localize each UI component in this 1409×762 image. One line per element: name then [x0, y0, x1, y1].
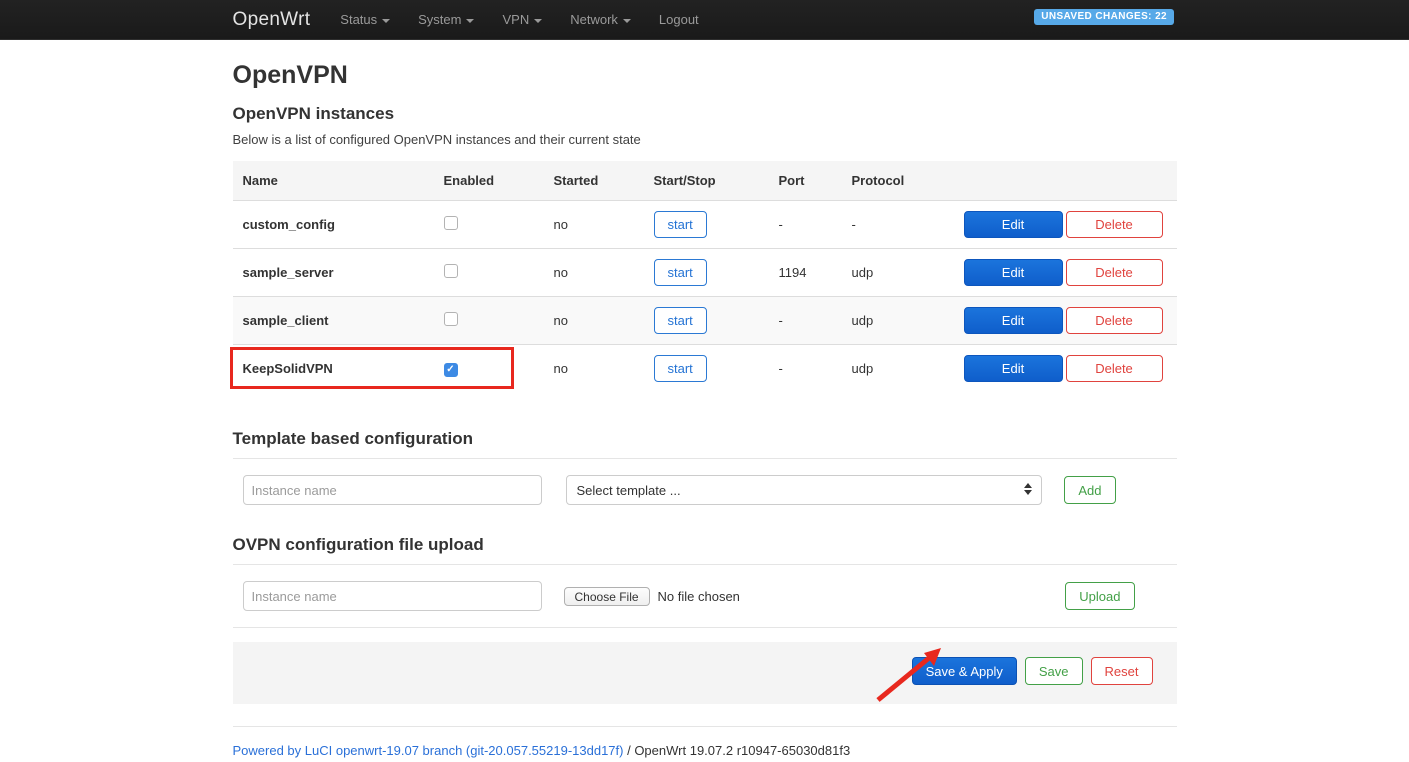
- save-button[interactable]: Save: [1025, 657, 1083, 685]
- add-button[interactable]: Add: [1064, 476, 1115, 504]
- started-value: no: [554, 265, 654, 280]
- nav-item-vpn[interactable]: VPN: [502, 12, 542, 27]
- col-header-started: Started: [554, 173, 654, 188]
- table-row-sample-client: sample_client no start - udp Edit Delete: [233, 296, 1177, 344]
- nav-item-system[interactable]: System: [418, 12, 474, 27]
- started-value: no: [554, 361, 654, 376]
- select-arrows-icon: [1024, 483, 1032, 495]
- unsaved-changes-badge[interactable]: UNSAVED CHANGES: 22: [1034, 9, 1174, 25]
- instances-table: Name Enabled Started Start/Stop Port Pro…: [233, 161, 1177, 392]
- protocol-value: udp: [852, 313, 964, 328]
- instance-name: custom_config: [233, 217, 444, 232]
- protocol-value: -: [852, 217, 964, 232]
- start-button[interactable]: start: [654, 259, 707, 286]
- port-value: -: [779, 217, 852, 232]
- delete-button[interactable]: Delete: [1066, 355, 1163, 382]
- template-section-heading: Template based configuration: [233, 429, 1177, 449]
- chevron-down-icon: [466, 19, 474, 23]
- col-header-name: Name: [233, 173, 444, 188]
- choose-file-button[interactable]: Choose File: [564, 587, 650, 606]
- table-row-custom-config: custom_config no start - - Edit Delete: [233, 200, 1177, 248]
- start-button[interactable]: start: [654, 355, 707, 382]
- start-button[interactable]: start: [654, 307, 707, 334]
- top-navbar: OpenWrt Status System VPN Network Logout…: [0, 0, 1409, 40]
- upload-section-heading: OVPN configuration file upload: [233, 535, 1177, 555]
- nav-item-logout[interactable]: Logout: [659, 12, 699, 27]
- main-content: OpenVPN OpenVPN instances Below is a lis…: [233, 61, 1177, 758]
- protocol-value: udp: [852, 265, 964, 280]
- enabled-checkbox[interactable]: [444, 264, 458, 278]
- edit-button[interactable]: Edit: [964, 259, 1063, 286]
- col-header-port: Port: [779, 173, 852, 188]
- upload-button[interactable]: Upload: [1065, 582, 1134, 610]
- started-value: no: [554, 217, 654, 232]
- reset-button[interactable]: Reset: [1091, 657, 1153, 685]
- port-value: -: [779, 361, 852, 376]
- col-header-protocol: Protocol: [852, 173, 964, 188]
- footer-version-text: / OpenWrt 19.07.2 r10947-65030d81f3: [623, 743, 850, 758]
- enabled-checkbox[interactable]: [444, 216, 458, 230]
- edit-button[interactable]: Edit: [964, 355, 1063, 382]
- nav-menu: Status System VPN Network Logout: [340, 12, 698, 27]
- template-select-value: Select template ...: [577, 483, 681, 498]
- instance-name: sample_server: [233, 265, 444, 280]
- col-header-startstop: Start/Stop: [654, 173, 779, 188]
- nav-item-status[interactable]: Status: [340, 12, 390, 27]
- edit-button[interactable]: Edit: [964, 307, 1063, 334]
- luci-footer-link[interactable]: Powered by LuCI openwrt-19.07 branch (gi…: [233, 743, 624, 758]
- template-form: Select template ... Add: [233, 475, 1177, 505]
- port-value: -: [779, 313, 852, 328]
- table-row-sample-server: sample_server no start 1194 udp Edit Del…: [233, 248, 1177, 296]
- port-value: 1194: [779, 265, 852, 280]
- chevron-down-icon: [534, 19, 542, 23]
- instance-name: KeepSolidVPN: [233, 361, 444, 376]
- start-button[interactable]: start: [654, 211, 707, 238]
- edit-button[interactable]: Edit: [964, 211, 1063, 238]
- template-select[interactable]: Select template ...: [566, 475, 1042, 505]
- instances-description: Below is a list of configured OpenVPN in…: [233, 132, 1177, 147]
- started-value: no: [554, 313, 654, 328]
- delete-button[interactable]: Delete: [1066, 259, 1163, 286]
- nav-item-network[interactable]: Network: [570, 12, 631, 27]
- upload-form: Choose File No file chosen Upload: [233, 581, 1177, 611]
- table-header-row: Name Enabled Started Start/Stop Port Pro…: [233, 161, 1177, 200]
- enabled-checkbox[interactable]: [444, 312, 458, 326]
- delete-button[interactable]: Delete: [1066, 307, 1163, 334]
- template-instance-name-input[interactable]: [243, 475, 542, 505]
- enabled-checkbox[interactable]: [444, 363, 458, 377]
- footer: Powered by LuCI openwrt-19.07 branch (gi…: [233, 743, 1177, 758]
- chevron-down-icon: [382, 19, 390, 23]
- delete-button[interactable]: Delete: [1066, 211, 1163, 238]
- page-actions-bar: Save & Apply Save Reset: [233, 642, 1177, 704]
- table-row-keepsolidvpn: KeepSolidVPN no start - udp Edit Delete: [233, 344, 1177, 392]
- upload-instance-name-input[interactable]: [243, 581, 542, 611]
- file-status-text: No file chosen: [658, 589, 740, 604]
- page-title: OpenVPN: [233, 61, 1177, 90]
- protocol-value: udp: [852, 361, 964, 376]
- brand-logo: OpenWrt: [233, 9, 311, 31]
- col-header-enabled: Enabled: [444, 173, 554, 188]
- chevron-down-icon: [623, 19, 631, 23]
- instances-heading: OpenVPN instances: [233, 104, 1177, 124]
- save-apply-button[interactable]: Save & Apply: [912, 657, 1017, 685]
- instance-name: sample_client: [233, 313, 444, 328]
